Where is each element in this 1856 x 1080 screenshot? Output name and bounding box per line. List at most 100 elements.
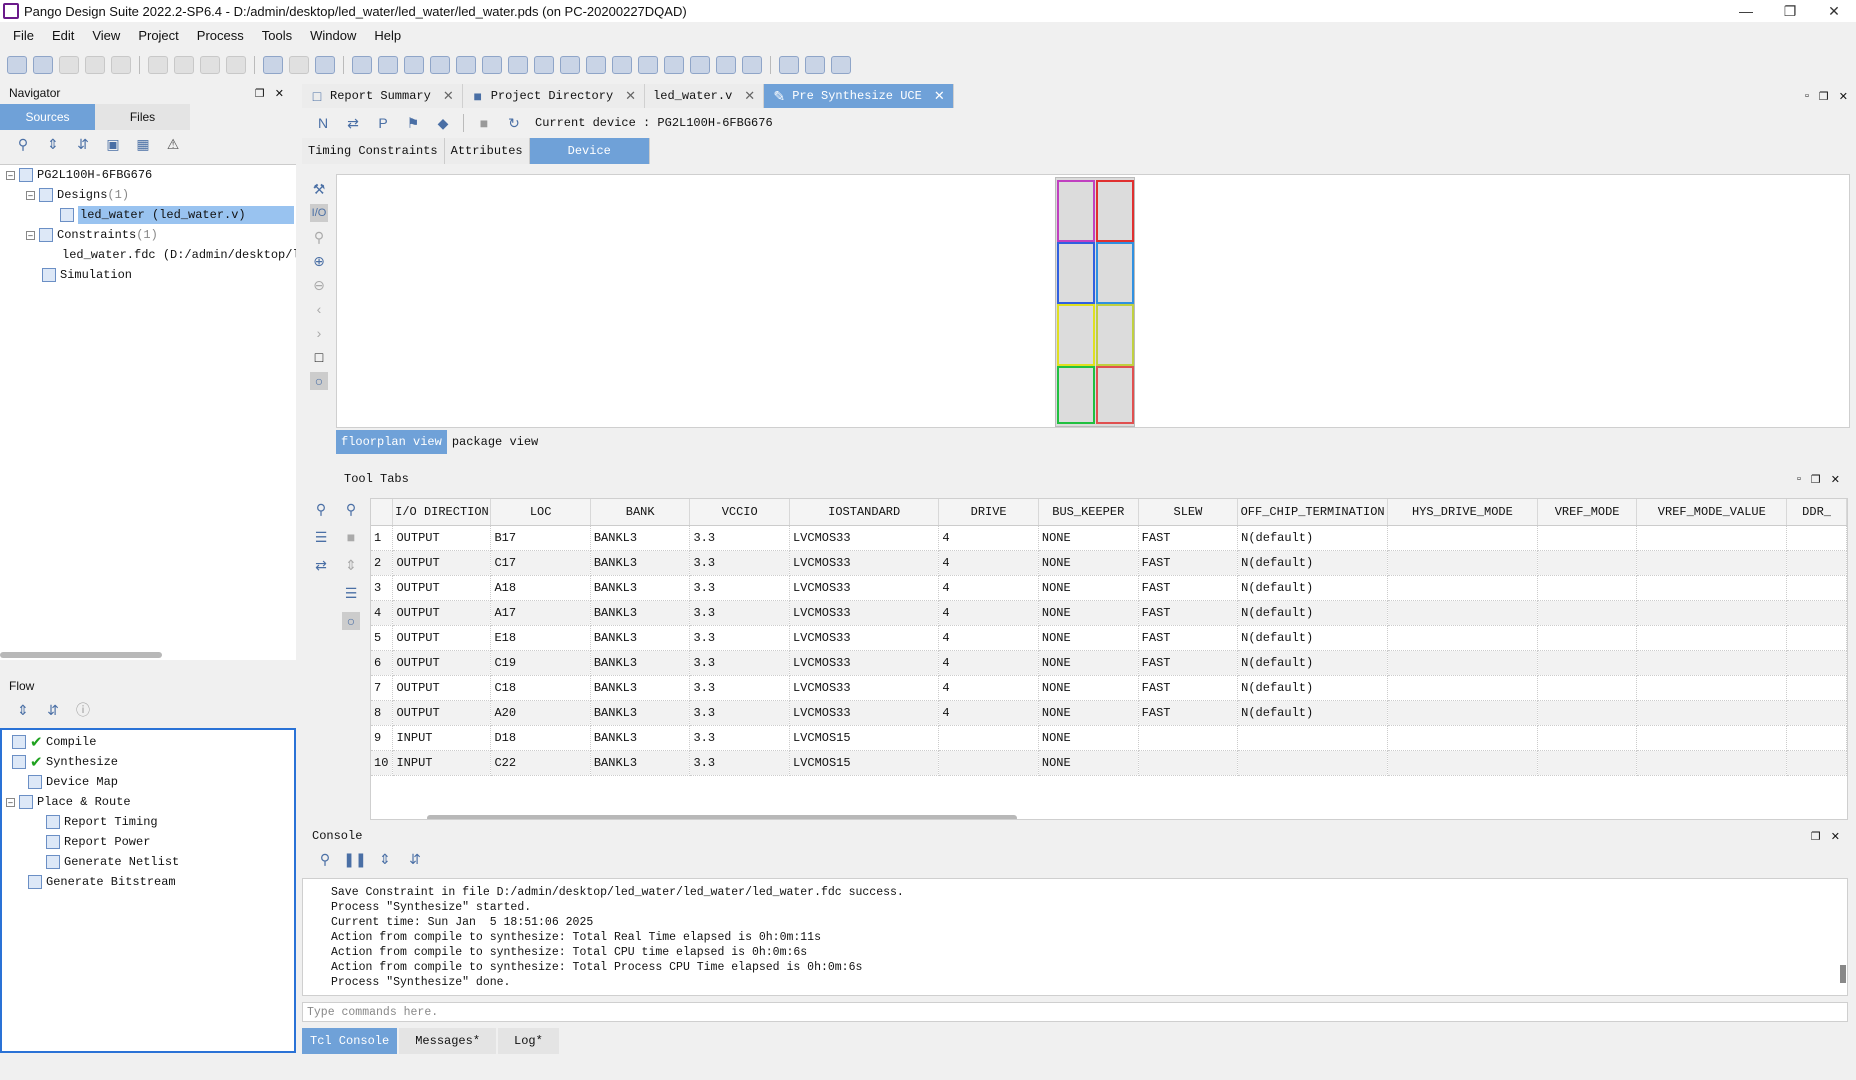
table-cell[interactable]: C22 (490, 750, 591, 776)
diamond-icon[interactable]: ◆ (434, 114, 452, 132)
column-header[interactable]: HYS_DRIVE_MODE (1387, 499, 1538, 526)
table-cell[interactable]: BANKL3 (590, 700, 691, 726)
paste-icon[interactable] (200, 56, 220, 74)
menu-view[interactable]: View (83, 28, 129, 43)
tree-item-device[interactable]: – PG2L100H-6FBG676 (0, 165, 296, 185)
search-icon[interactable]: ⚲ (312, 500, 330, 518)
table-cell[interactable] (1387, 650, 1538, 676)
table-cell[interactable]: 3.3 (689, 650, 790, 676)
table-cell[interactable]: BANKL3 (590, 600, 691, 626)
table-cell[interactable] (938, 750, 1039, 776)
table-row[interactable]: 8 OUTPUT A20 BANKL3 3.3 LVCMOS33 4 NONE FAST N(de… (371, 700, 1847, 726)
close-panel-icon[interactable]: ✕ (275, 87, 284, 100)
table-cell[interactable]: FAST (1138, 625, 1239, 651)
minimize-icon[interactable]: — (1724, 3, 1768, 19)
table-cell[interactable]: 3.3 (689, 525, 790, 551)
console-output[interactable]: Save Constraint in file D:/admin/desktop… (302, 878, 1848, 996)
table-cell[interactable] (1387, 750, 1538, 776)
table-row[interactable]: 7 OUTPUT C18 BANKL3 3.3 LVCMOS33 4 NONE FAST N(de… (371, 675, 1847, 701)
table-cell[interactable]: NONE (1038, 750, 1139, 776)
column-header[interactable]: OFF_CHIP_TERMINATION (1237, 499, 1389, 526)
timing-icon[interactable] (482, 56, 502, 74)
menu-window[interactable]: Window (301, 28, 365, 43)
tab-project-directory[interactable]: ■ Project Directory ✕ (462, 84, 646, 108)
table-cell[interactable] (1786, 650, 1847, 676)
column-header[interactable]: BANK (590, 499, 691, 526)
close-tab-icon[interactable]: ✕ (744, 88, 755, 104)
table-cell[interactable]: OUTPUT (392, 700, 492, 726)
flow-item-generate-netlist[interactable]: Generate Netlist (2, 852, 294, 872)
table-cell[interactable]: BANKL3 (590, 525, 691, 551)
fit-icon[interactable]: □ (310, 348, 328, 366)
collapse-icon[interactable]: – (26, 190, 35, 200)
column-header[interactable]: VREF_MODE_VALUE (1636, 499, 1788, 526)
close-file-icon[interactable] (111, 56, 131, 74)
cut-icon[interactable] (148, 56, 168, 74)
float-icon[interactable]: ❐ (1819, 90, 1829, 103)
table-row[interactable]: 4 OUTPUT A17 BANKL3 3.3 LVCMOS33 4 NONE FAST N(de… (371, 600, 1847, 626)
report-icon[interactable] (378, 56, 398, 74)
table-cell[interactable] (1636, 700, 1788, 726)
table-cell[interactable] (1387, 675, 1538, 701)
table-cell[interactable]: FAST (1138, 650, 1239, 676)
table-cell[interactable] (1138, 725, 1239, 751)
close-panel-icon[interactable]: ✕ (1831, 830, 1840, 843)
menu-file[interactable]: File (4, 28, 43, 43)
warning-icon[interactable]: ⚠ (164, 135, 182, 153)
table-cell[interactable]: 3.3 (689, 600, 790, 626)
table-cell[interactable] (1237, 725, 1389, 751)
table-cell[interactable] (1387, 700, 1538, 726)
hierarchy-icon[interactable] (716, 56, 736, 74)
tab-sources[interactable]: Sources (0, 104, 95, 130)
constraint-editor-icon[interactable] (352, 56, 372, 74)
zoom-out-icon[interactable]: ⊖ (310, 276, 328, 294)
program-icon[interactable] (664, 56, 684, 74)
column-header[interactable]: VREF_MODE (1537, 499, 1638, 526)
table-cell[interactable]: LVCMOS33 (789, 525, 940, 551)
table-cell[interactable] (1387, 550, 1538, 576)
table-cell[interactable] (1786, 600, 1847, 626)
collapse-all-icon[interactable]: ⇵ (44, 701, 62, 719)
clock-icon[interactable] (534, 56, 554, 74)
tree-item-simulation[interactable]: Simulation (0, 265, 296, 285)
table-cell[interactable] (1636, 525, 1788, 551)
table-cell[interactable]: 7 (371, 675, 394, 701)
flow-item-device-map[interactable]: Device Map (2, 772, 294, 792)
table-cell[interactable]: A20 (490, 700, 591, 726)
collapse-all-icon[interactable]: ⇵ (74, 135, 92, 153)
table-cell[interactable]: B17 (490, 525, 591, 551)
port-icon[interactable]: P (374, 114, 392, 132)
table-row[interactable]: 10 INPUT C22 BANKL3 3.3 LVCMOS15 NONE (371, 750, 1847, 776)
tab-timing-constraints[interactable]: Timing Constraints (302, 138, 445, 164)
table-cell[interactable]: NONE (1038, 700, 1139, 726)
table-cell[interactable] (1786, 750, 1847, 776)
back-icon[interactable] (805, 56, 825, 74)
collapse-icon[interactable]: – (26, 230, 35, 240)
table-cell[interactable] (1237, 750, 1389, 776)
table-cell[interactable]: NONE (1038, 650, 1139, 676)
table-cell[interactable]: OUTPUT (392, 600, 492, 626)
flow-item-report-timing[interactable]: Report Timing (2, 812, 294, 832)
io-icon[interactable]: I/O (310, 204, 328, 222)
table-cell[interactable]: BANKL3 (590, 725, 691, 751)
table-cell[interactable]: N(default) (1237, 575, 1389, 601)
table-cell[interactable] (1786, 675, 1847, 701)
tab-package-view[interactable]: package view (447, 430, 543, 454)
table-cell[interactable]: BANKL3 (590, 750, 691, 776)
flow-item-synthesize[interactable]: ✔ Synthesize (2, 752, 294, 772)
table-cell[interactable]: BANKL3 (590, 575, 691, 601)
table-cell[interactable]: 1 (371, 525, 394, 551)
table-cell[interactable] (1537, 725, 1638, 751)
command-input[interactable]: Type commands here. (302, 1002, 1848, 1022)
table-cell[interactable]: 4 (938, 625, 1039, 651)
table-cell[interactable]: NONE (1038, 675, 1139, 701)
table-cell[interactable]: OUTPUT (392, 650, 492, 676)
previous-icon[interactable]: ‹ (310, 300, 328, 318)
horizontal-scrollbar[interactable] (427, 815, 1017, 819)
add-source-icon[interactable]: ▦ (134, 135, 152, 153)
table-cell[interactable]: BANKL3 (590, 650, 691, 676)
menu-edit[interactable]: Edit (43, 28, 83, 43)
table-cell[interactable]: FAST (1138, 700, 1239, 726)
table-cell[interactable]: C19 (490, 650, 591, 676)
menu-process[interactable]: Process (188, 28, 253, 43)
